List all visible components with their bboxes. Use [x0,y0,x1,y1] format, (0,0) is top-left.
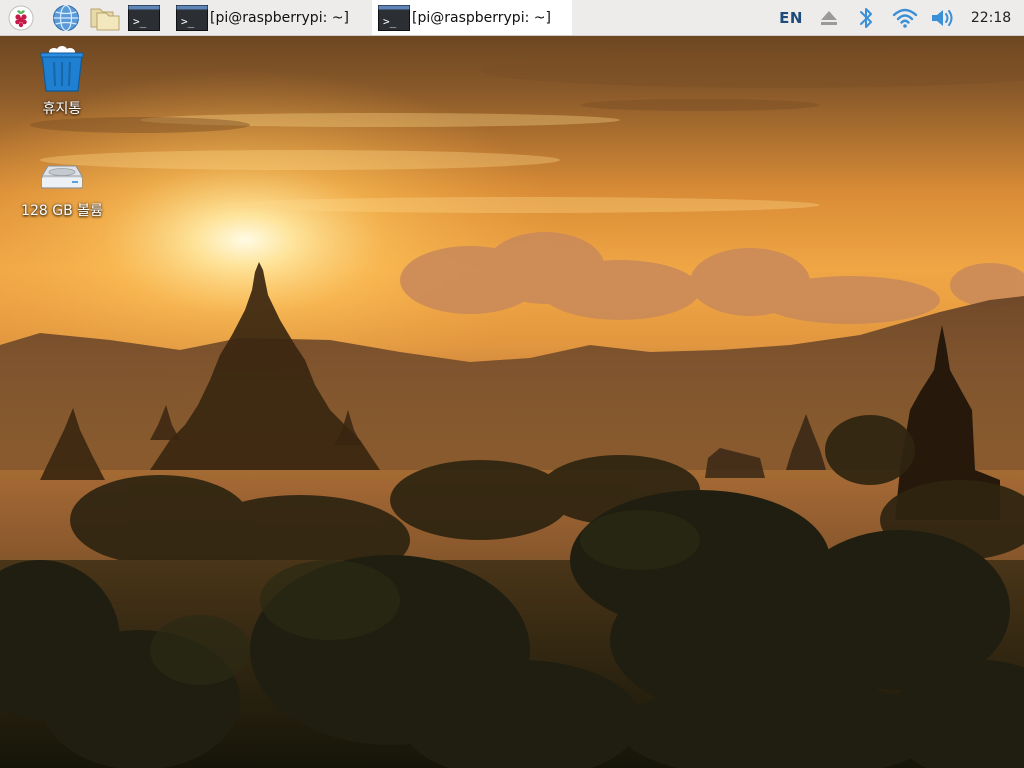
taskbar-window-terminal-1[interactable]: >_ [pi@raspberrypi: ~] [170,0,366,35]
terminal-icon: >_ [378,4,410,31]
bluetooth-icon [860,7,872,28]
svg-text:>_: >_ [383,15,397,28]
wifi-button[interactable] [888,0,922,35]
taskbar-window-title: [pi@raspberrypi: ~] [210,9,349,26]
svg-text:>_: >_ [133,15,147,28]
volume-icon [932,9,953,26]
web-browser-icon [53,4,79,32]
raspberry-menu-button[interactable] [5,2,37,34]
web-browser-launcher[interactable] [50,2,82,34]
taskbar: >_ >_ [pi@raspberrypi: ~] >_ [pi@raspber… [0,0,1024,36]
svg-text:>_: >_ [181,15,195,28]
wifi-icon [892,8,918,28]
terminal-icon: >_ [176,4,208,31]
clock-label: 22:18 [970,9,1012,26]
clock[interactable]: 22:18 [964,0,1018,35]
file-manager-icon [90,8,120,31]
trash-icon [40,46,84,92]
bluetooth-button[interactable] [852,0,880,35]
keyboard-layout-indicator[interactable]: EN [772,0,810,35]
drive-icon [41,165,83,189]
desktop-screen: >_ >_ [pi@raspberrypi: ~] >_ [pi@raspber… [0,0,1024,768]
desktop-icon-label: 128 GB 볼륨 [21,203,103,219]
terminal-icon: >_ [128,5,160,31]
desktop-wallpaper [0,0,1024,768]
desktop-icon-trash[interactable]: 휴지통 [16,44,108,118]
desktop-icon-volume[interactable]: 128 GB 볼륨 [16,160,108,220]
taskbar-window-title: [pi@raspberrypi: ~] [412,9,551,26]
raspberry-menu-icon [8,5,34,31]
terminal-launcher[interactable]: >_ [128,2,160,34]
taskbar-window-terminal-2[interactable]: >_ [pi@raspberrypi: ~] [372,0,572,35]
eject-button[interactable] [814,0,844,35]
eject-icon [821,10,837,25]
desktop-icon-label: 휴지통 [42,101,82,117]
file-manager-launcher[interactable] [89,2,121,34]
language-label: EN [779,8,803,27]
volume-button[interactable] [926,0,960,35]
